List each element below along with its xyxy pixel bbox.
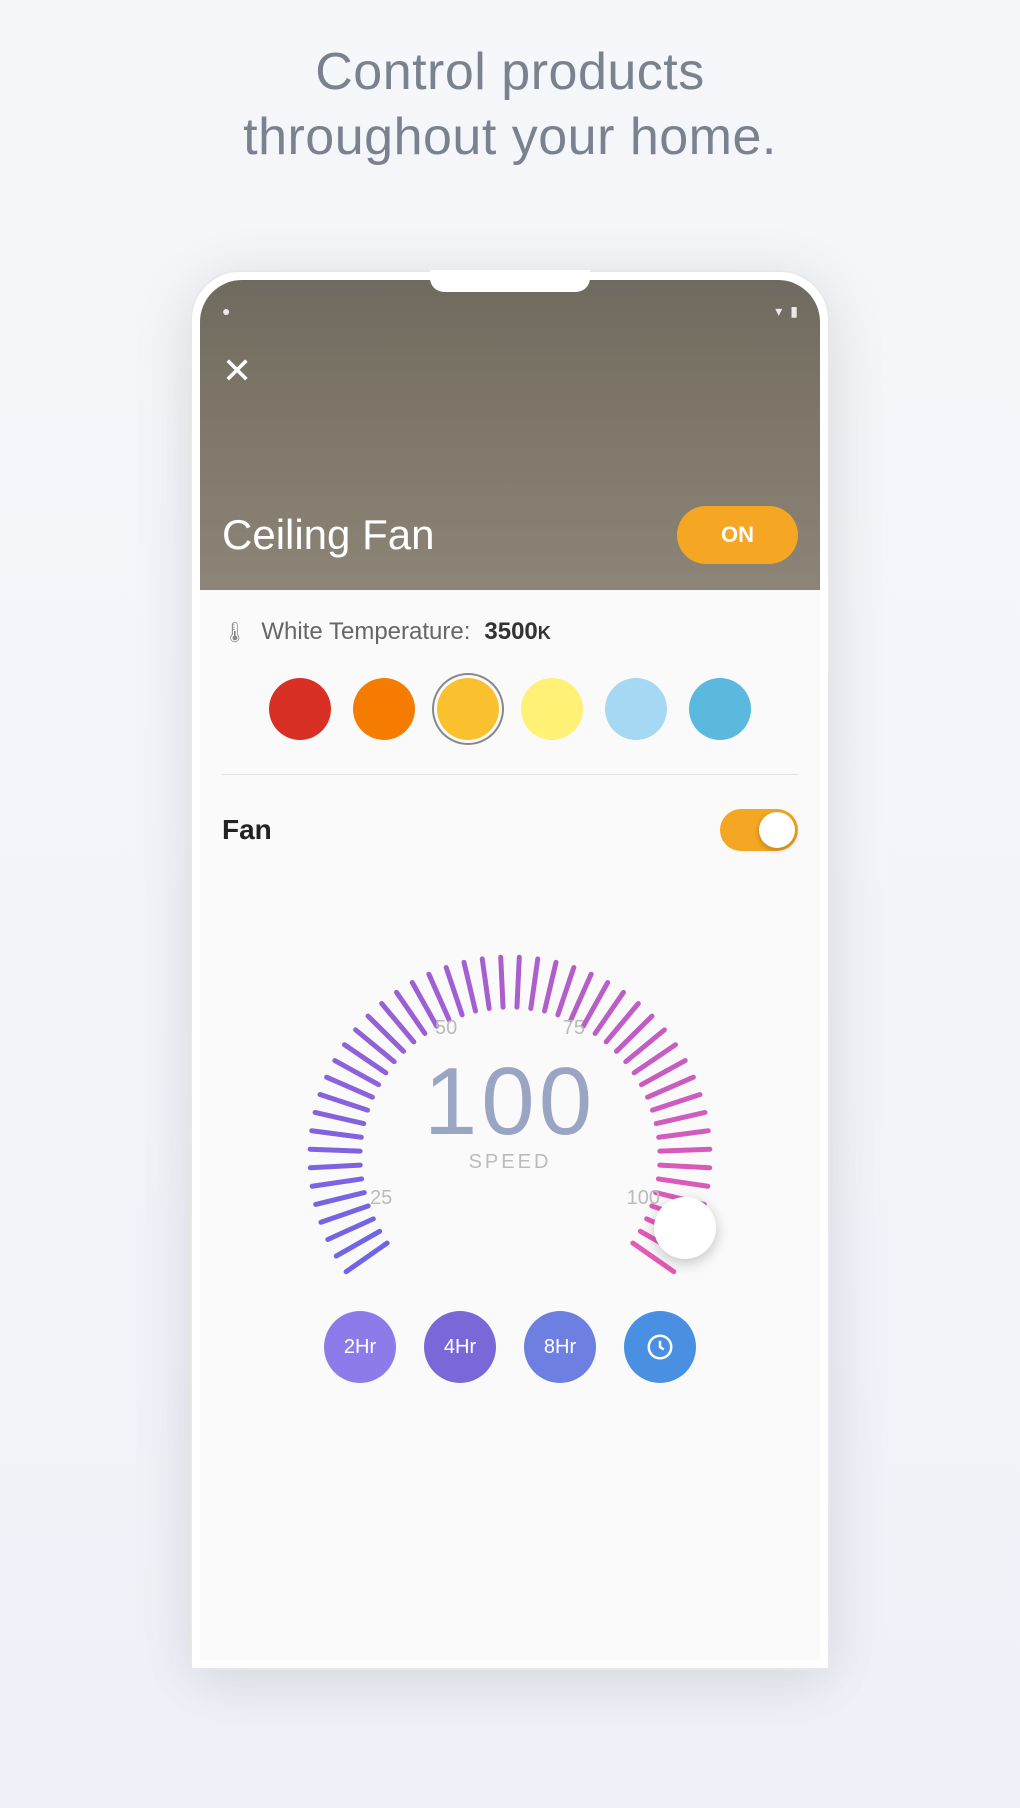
speed-caption: SPEED <box>260 1151 760 1174</box>
white-temperature-row: 🌡 White Temperature: 3500K <box>222 618 798 646</box>
headline-line-2: throughout your home. <box>243 108 777 166</box>
speed-value: 100 <box>260 1047 760 1157</box>
battery-icon: ▮ <box>790 303 798 320</box>
status-bar: ● ▾ ▮ <box>222 298 798 324</box>
timer-4hr-button[interactable]: 4Hr <box>424 1311 496 1383</box>
device-title: Ceiling Fan <box>222 511 434 559</box>
marketing-headline: Control products throughout your home. <box>243 40 777 170</box>
color-swatch-2[interactable] <box>437 678 499 740</box>
speed-gauge[interactable]: 50 75 25 100 100 SPEED <box>260 897 760 1277</box>
headline-line-1: Control products <box>315 43 705 101</box>
fan-toggle-row: Fan <box>222 809 798 851</box>
timer-2hr-button[interactable]: 2Hr <box>324 1311 396 1383</box>
close-icon[interactable]: ✕ <box>222 350 252 391</box>
phone-screen: ● ▾ ▮ ✕ Ceiling Fan ON 🌡 White Temperatu… <box>200 280 820 1660</box>
temperature-value: 3500K <box>484 618 550 646</box>
status-left-icon: ● <box>222 303 230 319</box>
color-swatch-3[interactable] <box>521 678 583 740</box>
color-swatch-5[interactable] <box>689 678 751 740</box>
temperature-label: White Temperature: <box>261 618 470 646</box>
timer-clock-button[interactable] <box>624 1311 696 1383</box>
gauge-tick-25: 25 <box>370 1187 392 1210</box>
wifi-icon: ▾ <box>775 303 782 320</box>
power-button[interactable]: ON <box>677 506 798 564</box>
fan-toggle[interactable] <box>720 809 798 851</box>
color-swatch-4[interactable] <box>605 678 667 740</box>
color-swatch-1[interactable] <box>353 678 415 740</box>
gauge-tick-50: 50 <box>435 1017 457 1040</box>
speed-slider-thumb[interactable] <box>654 1197 716 1259</box>
gauge-tick-100: 100 <box>627 1187 660 1210</box>
color-swatch-0[interactable] <box>269 678 331 740</box>
color-picker-row <box>222 678 798 775</box>
phone-frame: ● ▾ ▮ ✕ Ceiling Fan ON 🌡 White Temperatu… <box>190 270 830 1670</box>
timer-8hr-button[interactable]: 8Hr <box>524 1311 596 1383</box>
device-header: ● ▾ ▮ ✕ Ceiling Fan ON <box>200 280 820 590</box>
device-controls: 🌡 White Temperature: 3500K Fan 50 75 25 … <box>200 590 820 1660</box>
timer-row: 2Hr 4Hr 8Hr <box>222 1311 798 1383</box>
phone-notch <box>430 270 590 292</box>
thermometer-icon: 🌡 <box>222 620 247 645</box>
gauge-tick-75: 75 <box>563 1017 585 1040</box>
toggle-knob <box>759 812 795 848</box>
clock-icon <box>645 1332 675 1362</box>
fan-label: Fan <box>222 814 272 846</box>
